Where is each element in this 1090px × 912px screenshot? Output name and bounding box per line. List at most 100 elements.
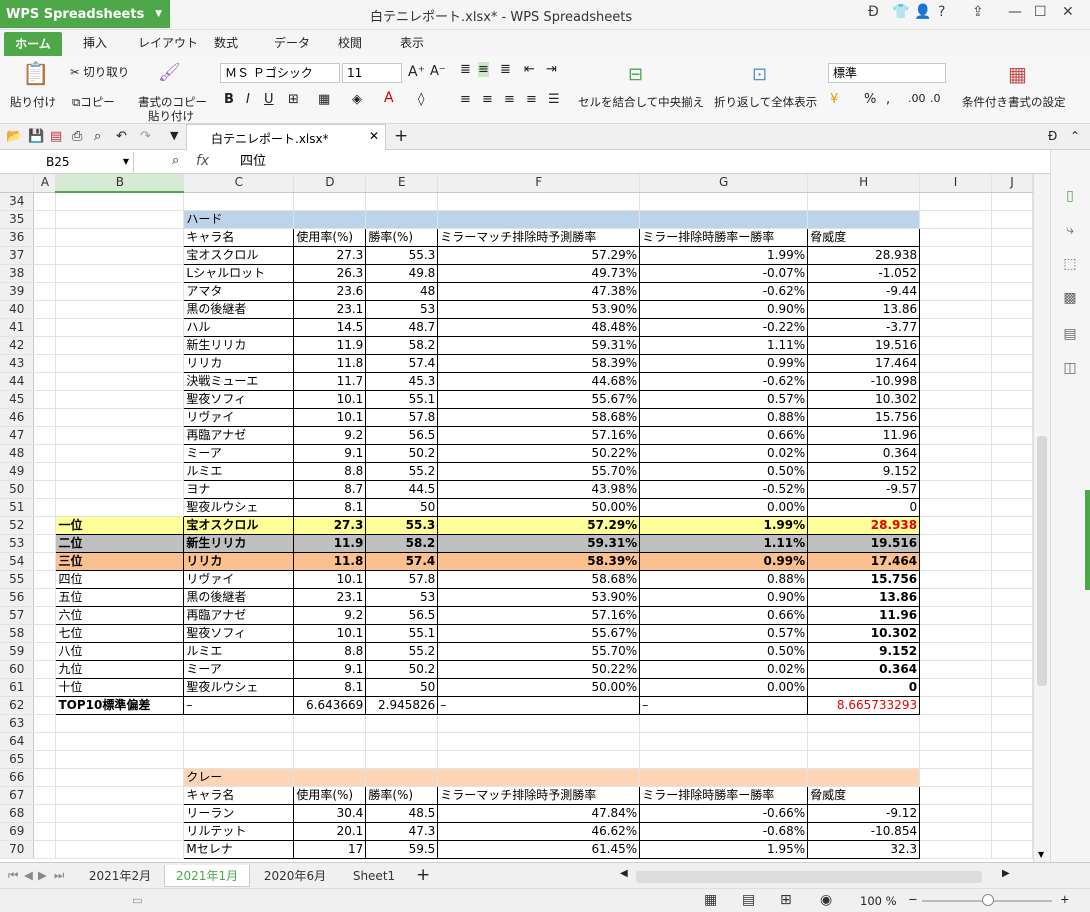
cell[interactable] xyxy=(33,804,57,823)
cell[interactable]: 20.1 xyxy=(293,821,367,841)
cell[interactable] xyxy=(991,354,1033,373)
scroll-right-icon[interactable]: ▶ xyxy=(1002,868,1010,879)
paste-button[interactable]: 貼り付け xyxy=(10,94,56,110)
cell[interactable] xyxy=(365,192,439,211)
row-header[interactable]: 38 xyxy=(0,264,35,283)
cell[interactable]: -0.22% xyxy=(639,317,809,337)
last-sheet-icon[interactable]: ⏭ xyxy=(54,868,64,883)
property-icon[interactable]: ▩ xyxy=(1061,290,1079,308)
cell[interactable] xyxy=(807,714,921,733)
row-header[interactable]: 60 xyxy=(0,660,35,679)
cell[interactable]: 48 xyxy=(365,281,439,301)
cell-style-icon[interactable]: ▦ xyxy=(318,92,330,107)
cut-button[interactable]: ✂ 切り取り xyxy=(70,64,129,80)
cell[interactable]: 1.11% xyxy=(639,533,809,553)
cell[interactable] xyxy=(183,192,295,211)
cell[interactable]: 50 xyxy=(365,497,439,517)
cell[interactable]: 58.2 xyxy=(365,335,439,355)
row-header[interactable]: 61 xyxy=(0,678,35,697)
cell[interactable]: 9.2 xyxy=(293,605,367,625)
row-header[interactable]: 36 xyxy=(0,228,35,247)
cell[interactable] xyxy=(293,192,367,211)
cell[interactable]: 10.302 xyxy=(807,623,921,643)
cell[interactable] xyxy=(55,498,185,517)
cell[interactable] xyxy=(33,678,57,697)
name-box[interactable]: B25 ▼ xyxy=(0,152,134,172)
cell[interactable]: 55.3 xyxy=(365,245,439,265)
row-header[interactable]: 63 xyxy=(0,714,35,733)
cell[interactable]: -1.052 xyxy=(807,263,921,283)
cell[interactable]: 58.2 xyxy=(365,533,439,553)
cell[interactable] xyxy=(183,732,295,751)
cell[interactable]: リリカ xyxy=(183,353,295,373)
cell[interactable] xyxy=(639,192,809,211)
row-header[interactable]: 55 xyxy=(0,570,35,589)
cell[interactable] xyxy=(33,588,57,607)
cell[interactable]: 九位 xyxy=(55,659,185,679)
cell[interactable] xyxy=(55,462,185,481)
cell[interactable]: 50 xyxy=(365,677,439,697)
row-header[interactable]: 40 xyxy=(0,300,35,319)
user-icon[interactable]: 👤 xyxy=(914,4,931,20)
shirt-icon[interactable]: 👕 xyxy=(892,4,909,20)
justify-icon[interactable]: ≡ xyxy=(526,92,537,107)
cell[interactable] xyxy=(991,210,1033,229)
fx-button[interactable]: fx xyxy=(196,153,209,169)
spreadsheet-grid[interactable]: A B C D E F G H I J 34 35 ハード 36 キャラ名 使用率(%) 勝… xyxy=(0,174,1033,862)
border-icon[interactable]: ⊞ xyxy=(288,92,299,107)
cell[interactable] xyxy=(919,426,992,445)
cell[interactable]: 59.31% xyxy=(437,533,641,553)
cell[interactable] xyxy=(991,732,1033,751)
cell[interactable] xyxy=(919,228,992,247)
cell[interactable]: 55.67% xyxy=(437,389,641,409)
undo-icon[interactable]: ↶ xyxy=(116,129,127,144)
scroll-down-icon[interactable]: ▼ xyxy=(1038,850,1044,859)
cell[interactable]: 0.66% xyxy=(639,605,809,625)
cell[interactable]: 勝率(%) xyxy=(365,785,439,805)
cell[interactable] xyxy=(55,336,185,355)
cell[interactable] xyxy=(293,714,367,733)
cell[interactable]: 1.11% xyxy=(639,335,809,355)
cell[interactable]: 新生リリカ xyxy=(183,335,295,355)
cell[interactable]: 17.464 xyxy=(807,353,921,373)
cell[interactable] xyxy=(919,282,992,301)
close-tab-icon[interactable]: ✕ xyxy=(369,129,379,143)
zoom-formula-icon[interactable]: ⌕ xyxy=(172,153,179,168)
cell[interactable] xyxy=(991,642,1033,661)
cell[interactable]: -0.62% xyxy=(639,371,809,391)
cell[interactable]: 48.7 xyxy=(365,317,439,337)
select-all-corner[interactable] xyxy=(0,174,35,193)
cell[interactable]: 0.57% xyxy=(639,623,809,643)
cell[interactable] xyxy=(919,678,992,697)
cell[interactable]: 黒の後継者 xyxy=(183,587,295,607)
cell[interactable]: 48.5 xyxy=(365,803,439,823)
number-format-select[interactable]: 標準 xyxy=(828,63,946,83)
cell[interactable]: 0 xyxy=(807,497,921,517)
cell[interactable] xyxy=(991,822,1033,841)
cell[interactable] xyxy=(919,192,992,211)
cell[interactable]: 57.16% xyxy=(437,605,641,625)
cell[interactable]: 57.29% xyxy=(437,245,641,265)
cell[interactable]: 43.98% xyxy=(437,479,641,499)
cell[interactable]: 47.38% xyxy=(437,281,641,301)
cell[interactable]: 0.99% xyxy=(639,551,809,571)
cell[interactable]: 15.756 xyxy=(807,569,921,589)
increase-decimal-icon[interactable]: .00 xyxy=(908,92,926,105)
cell[interactable] xyxy=(33,192,57,211)
cell[interactable]: 57.29% xyxy=(437,515,641,535)
row-header[interactable]: 54 xyxy=(0,552,35,571)
cell[interactable] xyxy=(991,192,1033,211)
cell[interactable] xyxy=(33,606,57,625)
cell[interactable] xyxy=(33,246,57,265)
cell[interactable]: ハル xyxy=(183,317,295,337)
cell[interactable]: 宝オスクロル xyxy=(183,245,295,265)
cell[interactable] xyxy=(33,714,57,733)
cell[interactable]: 10.1 xyxy=(293,623,367,643)
cell[interactable] xyxy=(33,642,57,661)
cell[interactable]: 10.1 xyxy=(293,389,367,409)
cell[interactable] xyxy=(919,498,992,517)
cell[interactable]: 勝率(%) xyxy=(365,227,439,247)
cell[interactable] xyxy=(639,732,809,751)
fill-color-icon[interactable]: ◈ xyxy=(352,92,362,107)
cell[interactable] xyxy=(293,750,367,769)
